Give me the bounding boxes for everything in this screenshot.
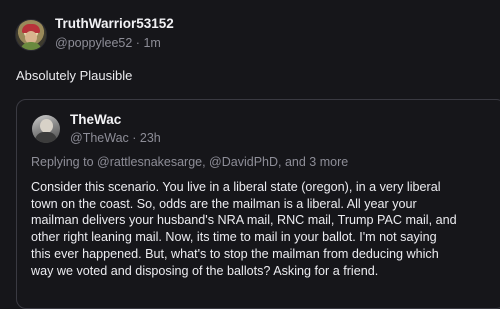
quoted-text-line: mailman delivers your husband's NRA mail… — [31, 213, 457, 228]
quoted-author-avatar[interactable] — [32, 115, 60, 143]
avatar-body-shape — [35, 132, 57, 143]
author-name[interactable]: TruthWarrior53152 — [55, 16, 174, 31]
quoted-text-line: Consider this scenario. You live in a li… — [31, 180, 441, 194]
author-avatar[interactable] — [15, 19, 47, 51]
quoted-text-line: town on the coast. So, odds are the mail… — [31, 196, 417, 211]
quoted-post-text: Consider this scenario. You live in a li… — [31, 179, 491, 279]
post: TruthWarrior53152 @poppylee52 · 1m Absol… — [0, 0, 500, 309]
replying-to-line[interactable]: Replying to @rattlesnakesarge, @DavidPhD… — [31, 155, 348, 169]
quoted-text-line: this ever happened. But, what's to stop … — [31, 246, 439, 261]
quoted-post[interactable]: TheWac @TheWac · 23h Replying to @rattle… — [16, 99, 500, 309]
post-text: Absolutely Plausible — [16, 68, 133, 83]
quoted-author-name[interactable]: TheWac — [70, 112, 121, 127]
quoted-text-line: other right leaning mail. Now, its time … — [31, 230, 437, 245]
quoted-text-line: way we voted and disposing of the ballot… — [31, 263, 379, 278]
avatar-head-shape — [40, 119, 53, 133]
author-handle-and-time[interactable]: @poppylee52 · 1m — [55, 36, 161, 50]
quoted-author-handle-and-time[interactable]: @TheWac · 23h — [70, 131, 161, 145]
avatar-shirt-shape — [20, 42, 42, 50]
